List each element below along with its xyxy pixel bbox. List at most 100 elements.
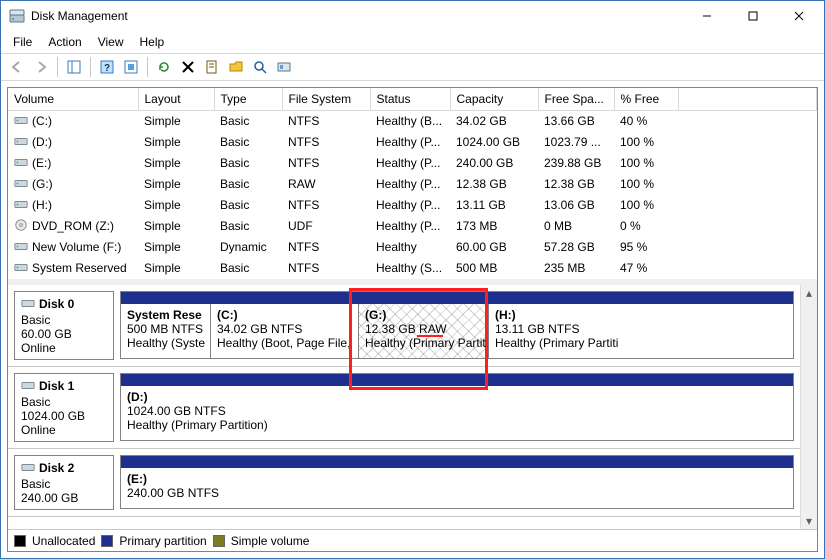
disk-icon <box>21 378 35 395</box>
disk-size: 240.00 GB <box>21 491 107 505</box>
partition[interactable]: (G:) 12.38 GB RAW Healthy (Primary Parti… <box>359 304 489 358</box>
table-row[interactable]: New Volume (F:)SimpleDynamicNTFSHealthy6… <box>8 237 817 258</box>
column-header[interactable]: Volume <box>8 88 138 110</box>
refresh-button[interactable] <box>152 55 176 79</box>
volume-name: New Volume (F:) <box>32 240 121 254</box>
separator <box>90 57 91 77</box>
disk-size: 1024.00 GB <box>21 409 107 423</box>
titlebar[interactable]: Disk Management <box>1 1 824 31</box>
svg-text:?: ? <box>104 63 110 74</box>
partition[interactable]: System Rese 500 MB NTFS Healthy (Syste <box>121 304 211 358</box>
scroll-down-icon[interactable]: ▾ <box>801 512 818 529</box>
partition[interactable]: (E:) 240.00 GB NTFS <box>121 468 793 508</box>
volume-icon <box>14 134 28 151</box>
disk-strip: System Rese 500 MB NTFS Healthy (Syste(C… <box>120 291 794 359</box>
disk-header[interactable]: Disk 2 Basic 240.00 GB <box>14 455 114 510</box>
column-header[interactable]: Layout <box>138 88 214 110</box>
partition[interactable]: (D:) 1024.00 GB NTFS Healthy (Primary Pa… <box>121 386 793 440</box>
delete-button[interactable] <box>176 55 200 79</box>
column-header[interactable]: % Free <box>614 88 678 110</box>
disk-kind: Basic <box>21 477 107 491</box>
legend-label: Unallocated <box>32 534 95 548</box>
disk-size: 60.00 GB <box>21 327 107 341</box>
partition-status: Healthy (Primary Partiti <box>495 336 631 350</box>
partition-size: 12.38 GB RAW <box>365 322 482 336</box>
disk-icon <box>21 460 35 477</box>
table-row[interactable]: DVD_ROM (Z:)SimpleBasicUDFHealthy (P...1… <box>8 216 817 237</box>
partition-status: Healthy (Syste <box>127 336 204 350</box>
maximize-button[interactable] <box>730 1 776 31</box>
back-button[interactable] <box>5 55 29 79</box>
partition-status: Healthy (Primary Partit <box>365 336 482 350</box>
disk-row: Disk 1 Basic 1024.00 GB Online(D:) 1024.… <box>8 367 800 449</box>
column-header[interactable]: Type <box>214 88 282 110</box>
volume-icon <box>14 155 28 172</box>
column-header[interactable]: Free Spa... <box>538 88 614 110</box>
partition[interactable]: (C:) 34.02 GB NTFS Healthy (Boot, Page F… <box>211 304 359 358</box>
close-button[interactable] <box>776 1 822 31</box>
volume-name: (C:) <box>32 114 52 128</box>
show-hide-console-tree-button[interactable] <box>62 55 86 79</box>
volume-name: (D:) <box>32 135 52 149</box>
disk-kind: Basic <box>21 313 107 327</box>
explore-button[interactable] <box>248 55 272 79</box>
partition-name: (D:) <box>127 390 787 404</box>
partition[interactable]: (H:) 13.11 GB NTFS Healthy (Primary Part… <box>489 304 637 358</box>
disk-header[interactable]: Disk 0 Basic 60.00 GB Online <box>14 291 114 360</box>
partition-name: (C:) <box>217 308 352 322</box>
partition-size: 500 MB NTFS <box>127 322 204 336</box>
partition-size: 240.00 GB NTFS <box>127 486 787 500</box>
menu-action[interactable]: Action <box>40 33 89 51</box>
legend: Unallocated Primary partition Simple volum… <box>8 529 817 551</box>
volume-icon <box>14 239 28 256</box>
client-frame: VolumeLayoutTypeFile SystemStatusCapacit… <box>7 87 818 552</box>
disk-header[interactable]: Disk 1 Basic 1024.00 GB Online <box>14 373 114 442</box>
legend-swatch <box>213 535 225 547</box>
help-button[interactable]: ? <box>95 55 119 79</box>
table-row[interactable]: (D:)SimpleBasicNTFSHealthy (P...1024.00 … <box>8 132 817 153</box>
menu-file[interactable]: File <box>5 33 40 51</box>
partition-name: System Rese <box>127 308 204 322</box>
disk-kind: Basic <box>21 395 107 409</box>
volume-list[interactable]: VolumeLayoutTypeFile SystemStatusCapacit… <box>8 88 817 285</box>
disk-map[interactable]: Disk 0 Basic 60.00 GB OnlineSystem Rese … <box>8 285 800 530</box>
volume-name: DVD_ROM (Z:) <box>32 219 114 233</box>
disk-strip: (D:) 1024.00 GB NTFS Healthy (Primary Pa… <box>120 373 794 441</box>
partition-status: Healthy (Primary Partition) <box>127 418 787 432</box>
menu-view[interactable]: View <box>90 33 132 51</box>
separator <box>57 57 58 77</box>
table-row[interactable]: (H:)SimpleBasicNTFSHealthy (P...13.11 GB… <box>8 195 817 216</box>
menu-help[interactable]: Help <box>132 33 173 51</box>
minimize-button[interactable] <box>684 1 730 31</box>
volume-icon <box>14 197 28 214</box>
partition-name: (G:) <box>365 308 482 322</box>
properties-button[interactable] <box>200 55 224 79</box>
partition-name: (E:) <box>127 472 787 486</box>
partition-size: 1024.00 GB NTFS <box>127 404 787 418</box>
column-header[interactable]: File System <box>282 88 370 110</box>
table-row[interactable]: (E:)SimpleBasicNTFSHealthy (P...240.00 G… <box>8 153 817 174</box>
volume-name: (H:) <box>32 198 52 212</box>
table-row[interactable]: System ReservedSimpleBasicNTFSHealthy (S… <box>8 258 817 279</box>
legend-swatch <box>14 535 26 547</box>
legend-label: Primary partition <box>119 534 206 548</box>
volume-icon <box>14 260 28 277</box>
disk-icon <box>21 296 35 313</box>
scroll-up-icon[interactable]: ▴ <box>801 285 818 302</box>
column-header[interactable]: Status <box>370 88 450 110</box>
vertical-scrollbar[interactable]: ▴ ▾ <box>800 285 817 530</box>
app-icon <box>9 8 25 24</box>
disk-state: Online <box>21 423 107 437</box>
legend-label: Simple volume <box>231 534 310 548</box>
column-header[interactable]: Capacity <box>450 88 538 110</box>
forward-button[interactable] <box>29 55 53 79</box>
disk-strip: (E:) 240.00 GB NTFS <box>120 455 794 509</box>
settings-button[interactable] <box>119 55 143 79</box>
disk-name: Disk 0 <box>39 297 74 311</box>
open-button[interactable] <box>224 55 248 79</box>
action-button[interactable] <box>272 55 296 79</box>
table-row[interactable]: (C:)SimpleBasicNTFSHealthy (B...34.02 GB… <box>8 110 817 132</box>
volume-name: System Reserved <box>32 261 127 275</box>
toolbar: ? <box>1 53 824 81</box>
table-row[interactable]: (G:)SimpleBasicRAWHealthy (P...12.38 GB1… <box>8 174 817 195</box>
